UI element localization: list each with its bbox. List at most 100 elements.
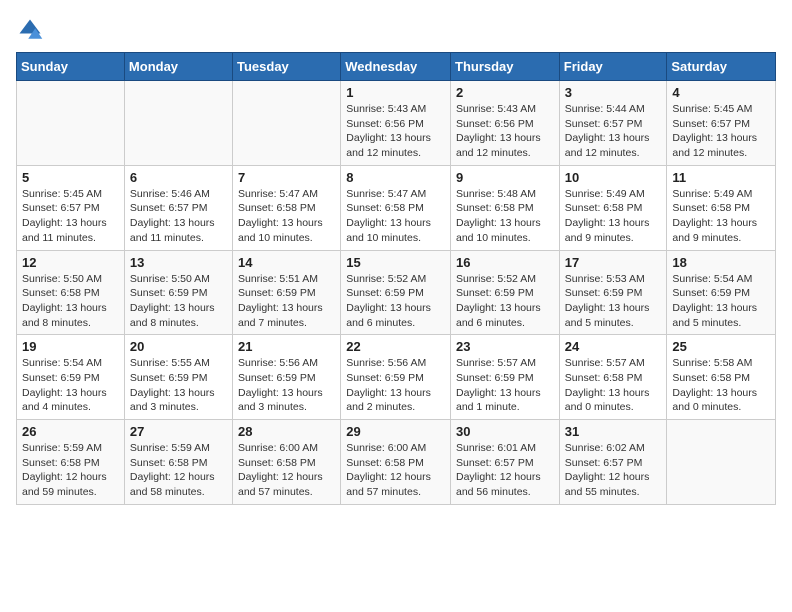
day-info: Sunrise: 5:57 AM Sunset: 6:59 PM Dayligh…: [456, 356, 554, 415]
calendar-week-3: 12 Sunrise: 5:50 AM Sunset: 6:58 PM Dayli…: [17, 250, 776, 335]
day-number: 9: [456, 170, 554, 185]
calendar-day-4-6: 24 Sunrise: 5:57 AM Sunset: 6:58 PM Dayli…: [559, 335, 667, 420]
day-info: Sunrise: 5:59 AM Sunset: 6:58 PM Dayligh…: [130, 441, 227, 500]
calendar-day-4-5: 23 Sunrise: 5:57 AM Sunset: 6:59 PM Dayli…: [451, 335, 560, 420]
day-info: Sunrise: 5:54 AM Sunset: 6:59 PM Dayligh…: [672, 272, 770, 331]
calendar-week-1: 1 Sunrise: 5:43 AM Sunset: 6:56 PM Daylig…: [17, 81, 776, 166]
calendar-header: SundayMondayTuesdayWednesdayThursdayFrid…: [17, 53, 776, 81]
day-number: 19: [22, 339, 119, 354]
calendar-table: SundayMondayTuesdayWednesdayThursdayFrid…: [16, 52, 776, 505]
day-info: Sunrise: 5:55 AM Sunset: 6:59 PM Dayligh…: [130, 356, 227, 415]
day-number: 4: [672, 85, 770, 100]
calendar-week-4: 19 Sunrise: 5:54 AM Sunset: 6:59 PM Dayli…: [17, 335, 776, 420]
page-header: [16, 16, 776, 44]
day-info: Sunrise: 5:50 AM Sunset: 6:58 PM Dayligh…: [22, 272, 119, 331]
day-number: 7: [238, 170, 335, 185]
day-info: Sunrise: 6:00 AM Sunset: 6:58 PM Dayligh…: [238, 441, 335, 500]
day-number: 12: [22, 255, 119, 270]
calendar-week-5: 26 Sunrise: 5:59 AM Sunset: 6:58 PM Dayli…: [17, 420, 776, 505]
calendar-day-2-2: 6Sunrise: 5:46 AM Sunset: 6:57 PM Daylig…: [124, 165, 232, 250]
calendar-day-3-4: 15Sunrise: 5:52 AM Sunset: 6:59 PM Dayli…: [341, 250, 451, 335]
day-number: 14: [238, 255, 335, 270]
day-info: Sunrise: 5:49 AM Sunset: 6:58 PM Dayligh…: [672, 187, 770, 246]
day-number: 31: [565, 424, 662, 439]
day-number: 1: [346, 85, 445, 100]
day-info: Sunrise: 5:49 AM Sunset: 6:58 PM Dayligh…: [565, 187, 662, 246]
calendar-day-4-3: 21 Sunrise: 5:56 AM Sunset: 6:59 PM Dayli…: [233, 335, 341, 420]
logo: [16, 16, 48, 44]
calendar-day-3-3: 14 Sunrise: 5:51 AM Sunset: 6:59 PM Dayli…: [233, 250, 341, 335]
day-info: Sunrise: 6:02 AM Sunset: 6:57 PM Dayligh…: [565, 441, 662, 500]
logo-icon: [16, 16, 44, 44]
day-info: Sunrise: 6:01 AM Sunset: 6:57 PM Dayligh…: [456, 441, 554, 500]
calendar-day-4-1: 19 Sunrise: 5:54 AM Sunset: 6:59 PM Dayli…: [17, 335, 125, 420]
day-info: Sunrise: 5:43 AM Sunset: 6:56 PM Dayligh…: [456, 102, 554, 161]
day-info: Sunrise: 5:54 AM Sunset: 6:59 PM Dayligh…: [22, 356, 119, 415]
day-number: 29: [346, 424, 445, 439]
day-info: Sunrise: 5:46 AM Sunset: 6:57 PM Dayligh…: [130, 187, 227, 246]
day-info: Sunrise: 5:50 AM Sunset: 6:59 PM Dayligh…: [130, 272, 227, 331]
calendar-day-1-6: 3 Sunrise: 5:44 AM Sunset: 6:57 PM Daylig…: [559, 81, 667, 166]
day-info: Sunrise: 5:52 AM Sunset: 6:59 PM Dayligh…: [346, 272, 445, 331]
day-info: Sunrise: 5:45 AM Sunset: 6:57 PM Dayligh…: [22, 187, 119, 246]
calendar-day-1-4: 1Sunrise: 5:43 AM Sunset: 6:56 PM Daylig…: [341, 81, 451, 166]
calendar-day-3-7: 18 Sunrise: 5:54 AM Sunset: 6:59 PM Dayli…: [667, 250, 776, 335]
calendar-day-3-1: 12 Sunrise: 5:50 AM Sunset: 6:58 PM Dayli…: [17, 250, 125, 335]
day-number: 10: [565, 170, 662, 185]
calendar-day-5-7: [667, 420, 776, 505]
calendar-day-2-4: 8Sunrise: 5:47 AM Sunset: 6:58 PM Daylig…: [341, 165, 451, 250]
calendar-day-2-7: 11Sunrise: 5:49 AM Sunset: 6:58 PM Dayli…: [667, 165, 776, 250]
day-number: 25: [672, 339, 770, 354]
calendar-day-5-2: 27 Sunrise: 5:59 AM Sunset: 6:58 PM Dayli…: [124, 420, 232, 505]
day-info: Sunrise: 5:57 AM Sunset: 6:58 PM Dayligh…: [565, 356, 662, 415]
header-day-thursday: Thursday: [451, 53, 560, 81]
header-day-sunday: Sunday: [17, 53, 125, 81]
day-info: Sunrise: 5:44 AM Sunset: 6:57 PM Dayligh…: [565, 102, 662, 161]
day-info: Sunrise: 5:56 AM Sunset: 6:59 PM Dayligh…: [238, 356, 335, 415]
calendar-day-4-2: 20 Sunrise: 5:55 AM Sunset: 6:59 PM Dayli…: [124, 335, 232, 420]
calendar-day-1-1: [17, 81, 125, 166]
day-number: 17: [565, 255, 662, 270]
header-day-tuesday: Tuesday: [233, 53, 341, 81]
calendar-day-4-7: 25Sunrise: 5:58 AM Sunset: 6:58 PM Dayli…: [667, 335, 776, 420]
header-day-friday: Friday: [559, 53, 667, 81]
day-number: 27: [130, 424, 227, 439]
day-number: 13: [130, 255, 227, 270]
day-number: 24: [565, 339, 662, 354]
calendar-day-5-5: 30Sunrise: 6:01 AM Sunset: 6:57 PM Dayli…: [451, 420, 560, 505]
calendar-day-2-6: 10 Sunrise: 5:49 AM Sunset: 6:58 PM Dayli…: [559, 165, 667, 250]
day-info: Sunrise: 5:47 AM Sunset: 6:58 PM Dayligh…: [238, 187, 335, 246]
calendar-day-1-7: 4Sunrise: 5:45 AM Sunset: 6:57 PM Daylig…: [667, 81, 776, 166]
calendar-day-2-1: 5 Sunrise: 5:45 AM Sunset: 6:57 PM Daylig…: [17, 165, 125, 250]
day-number: 23: [456, 339, 554, 354]
day-number: 22: [346, 339, 445, 354]
day-number: 26: [22, 424, 119, 439]
day-number: 3: [565, 85, 662, 100]
day-info: Sunrise: 6:00 AM Sunset: 6:58 PM Dayligh…: [346, 441, 445, 500]
day-number: 20: [130, 339, 227, 354]
header-day-monday: Monday: [124, 53, 232, 81]
calendar-day-5-1: 26 Sunrise: 5:59 AM Sunset: 6:58 PM Dayli…: [17, 420, 125, 505]
day-number: 18: [672, 255, 770, 270]
calendar-day-5-4: 29 Sunrise: 6:00 AM Sunset: 6:58 PM Dayli…: [341, 420, 451, 505]
calendar-day-3-6: 17 Sunrise: 5:53 AM Sunset: 6:59 PM Dayli…: [559, 250, 667, 335]
day-info: Sunrise: 5:56 AM Sunset: 6:59 PM Dayligh…: [346, 356, 445, 415]
day-number: 5: [22, 170, 119, 185]
calendar-day-1-5: 2 Sunrise: 5:43 AM Sunset: 6:56 PM Daylig…: [451, 81, 560, 166]
calendar-day-2-3: 7 Sunrise: 5:47 AM Sunset: 6:58 PM Daylig…: [233, 165, 341, 250]
day-info: Sunrise: 5:48 AM Sunset: 6:58 PM Dayligh…: [456, 187, 554, 246]
day-info: Sunrise: 5:51 AM Sunset: 6:59 PM Dayligh…: [238, 272, 335, 331]
calendar-day-4-4: 22 Sunrise: 5:56 AM Sunset: 6:59 PM Dayli…: [341, 335, 451, 420]
calendar-day-5-3: 28Sunrise: 6:00 AM Sunset: 6:58 PM Dayli…: [233, 420, 341, 505]
day-number: 21: [238, 339, 335, 354]
day-info: Sunrise: 5:59 AM Sunset: 6:58 PM Dayligh…: [22, 441, 119, 500]
calendar-day-5-6: 31 Sunrise: 6:02 AM Sunset: 6:57 PM Dayli…: [559, 420, 667, 505]
day-info: Sunrise: 5:47 AM Sunset: 6:58 PM Dayligh…: [346, 187, 445, 246]
header-day-wednesday: Wednesday: [341, 53, 451, 81]
day-info: Sunrise: 5:52 AM Sunset: 6:59 PM Dayligh…: [456, 272, 554, 331]
calendar-day-3-2: 13 Sunrise: 5:50 AM Sunset: 6:59 PM Dayli…: [124, 250, 232, 335]
day-number: 2: [456, 85, 554, 100]
day-info: Sunrise: 5:53 AM Sunset: 6:59 PM Dayligh…: [565, 272, 662, 331]
calendar-day-2-5: 9 Sunrise: 5:48 AM Sunset: 6:58 PM Daylig…: [451, 165, 560, 250]
header-day-saturday: Saturday: [667, 53, 776, 81]
